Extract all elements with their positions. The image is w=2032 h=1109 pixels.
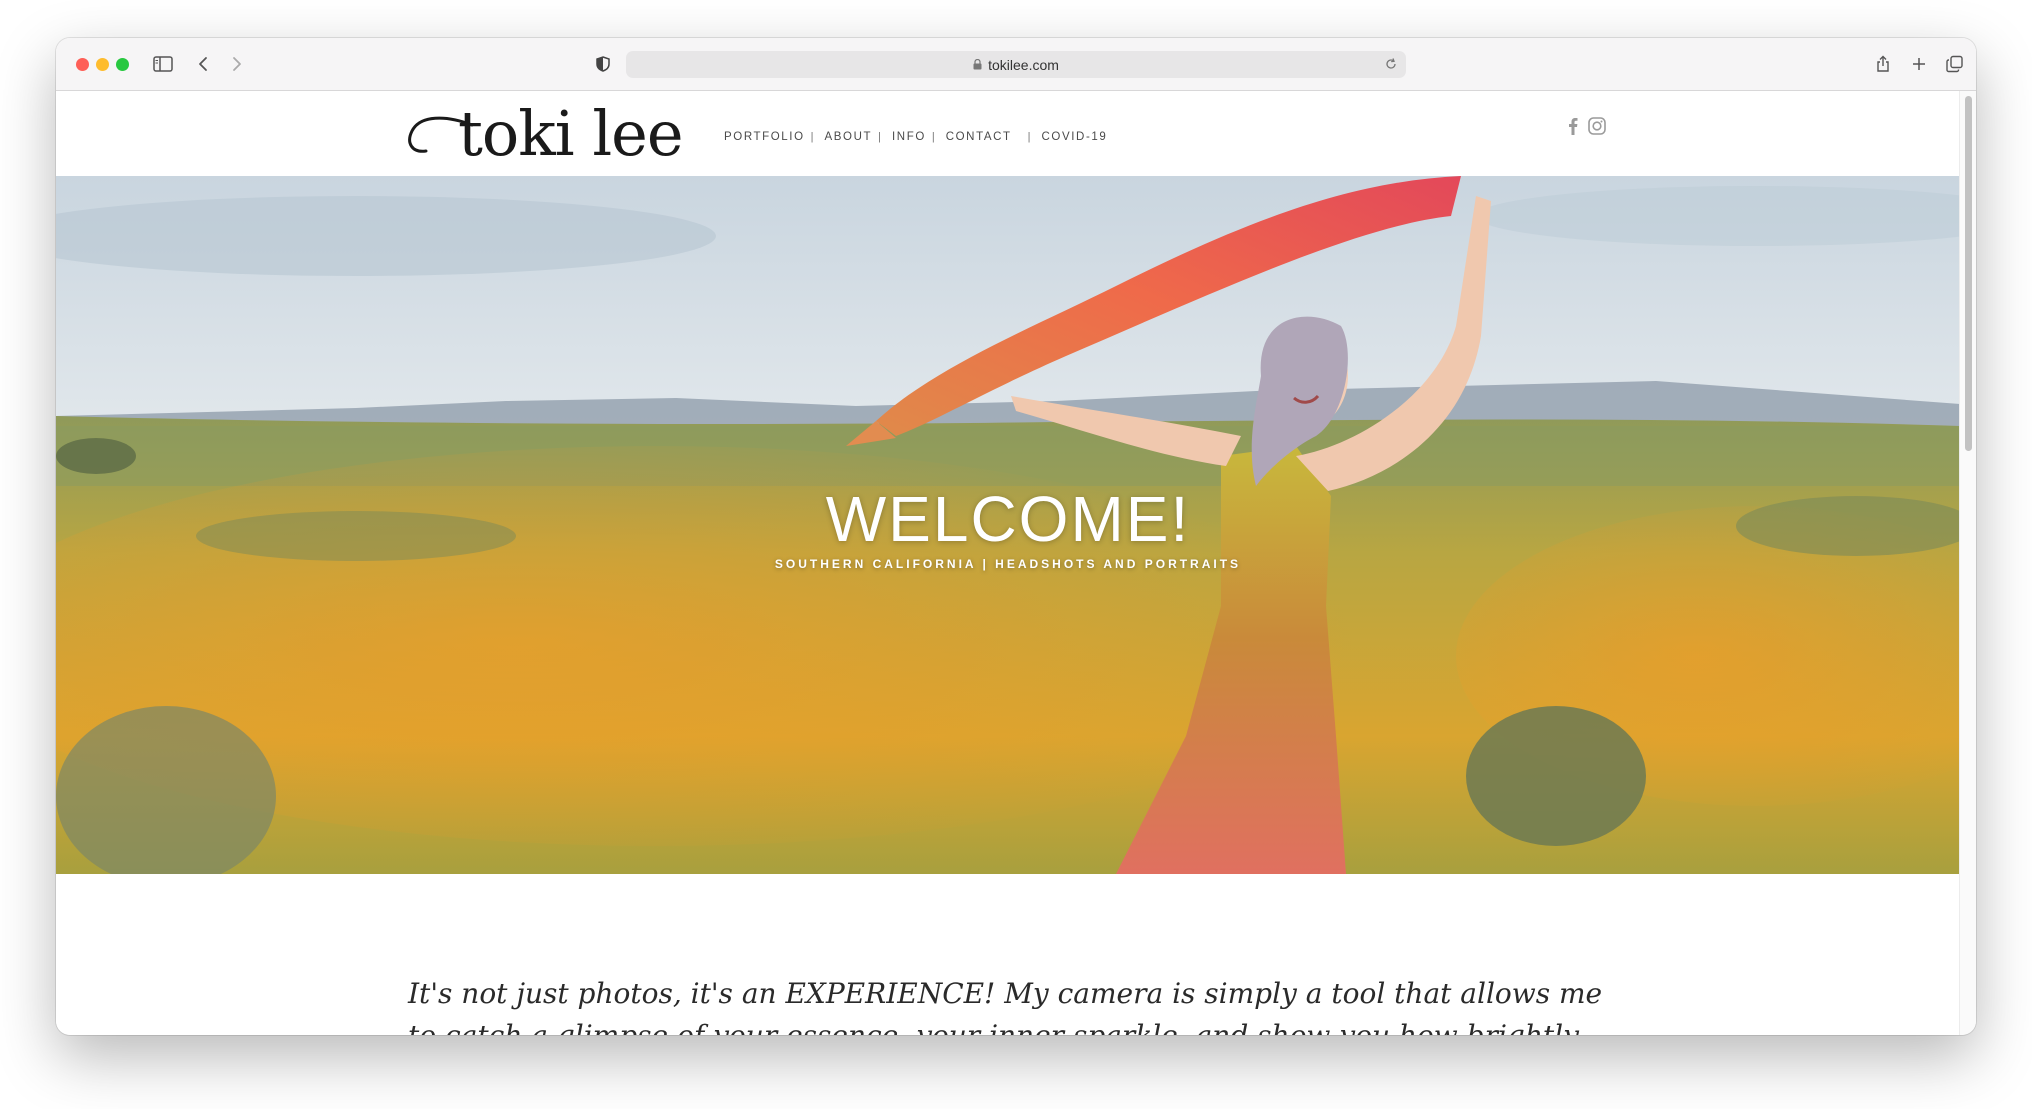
main-navigation: PORTFOLIO | ABOUT | INFO | CONTACT | COV…: [724, 131, 1107, 143]
address-bar[interactable]: tokilee.com: [626, 51, 1406, 78]
reload-icon[interactable]: [1384, 57, 1398, 74]
nav-item-info[interactable]: INFO: [892, 131, 926, 143]
scrollbar-thumb[interactable]: [1965, 96, 1972, 451]
browser-toolbar: tokilee.com: [56, 38, 1976, 91]
nav-item-covid-19[interactable]: COVID-19: [1042, 131, 1108, 143]
instagram-icon[interactable]: [1588, 117, 1606, 140]
forward-icon[interactable]: [224, 51, 250, 77]
web-page: toki lee PORTFOLIO | ABOUT | INFO | CONT…: [56, 91, 1960, 1035]
intro-paragraph: It's not just photos, it's an EXPERIENCE…: [408, 977, 1603, 1035]
new-tab-icon[interactable]: [1906, 51, 1932, 77]
close-window-button[interactable]: [76, 58, 89, 71]
browser-window: tokilee.com toki lee PORTFOLIO | ABOUT |: [56, 38, 1976, 1035]
nav-separator: |: [810, 131, 814, 143]
share-icon[interactable]: [1870, 51, 1896, 77]
lock-icon: [973, 59, 982, 70]
tabs-overview-icon[interactable]: [1942, 51, 1968, 77]
zoom-window-button[interactable]: [116, 58, 129, 71]
facebook-icon[interactable]: [1568, 117, 1578, 140]
minimize-window-button[interactable]: [96, 58, 109, 71]
nav-item-contact[interactable]: CONTACT: [946, 131, 1012, 143]
nav-item-portfolio[interactable]: PORTFOLIO: [724, 131, 805, 143]
nav-separator: |: [1027, 131, 1031, 143]
shield-icon[interactable]: [590, 51, 616, 77]
sidebar-icon[interactable]: [150, 51, 176, 77]
social-links: [1568, 117, 1606, 140]
logo-text: toki lee: [458, 97, 684, 170]
nav-separator: |: [931, 131, 935, 143]
hero-subtitle: SOUTHERN CALIFORNIA | HEADSHOTS AND PORT…: [774, 557, 1242, 571]
url-text: tokilee.com: [988, 56, 1059, 73]
nav-separator: |: [878, 131, 881, 143]
back-icon[interactable]: [190, 51, 216, 77]
hero-title: WELCOME!: [825, 483, 1191, 555]
nav-item-about[interactable]: ABOUT: [825, 131, 873, 143]
hero-banner: WELCOME! SOUTHERN CALIFORNIA | HEADSHOTS…: [56, 176, 1960, 874]
